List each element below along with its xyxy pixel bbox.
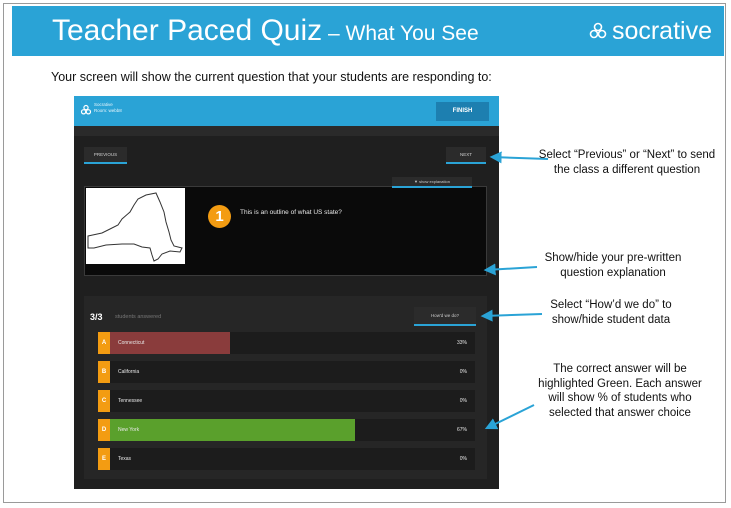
note-howd: Select “How’d we do” to show/hide studen… (550, 299, 672, 326)
app-header: Socrative Room: webb8 FINISH (74, 96, 499, 126)
answer-text: Connecticut (118, 340, 145, 346)
answer-row: B California 0% (98, 361, 475, 383)
answer-percent: 33% (456, 340, 467, 346)
answer-percent: 0% (459, 398, 467, 404)
answer-percent: 0% (459, 456, 467, 462)
socrative-mark-icon (589, 22, 607, 39)
answer-row: D New York 67% (98, 419, 475, 441)
answer-row: E Texas 0% (98, 448, 475, 470)
slide-subtitle: What You See (345, 22, 479, 45)
socrative-mark-icon (80, 104, 92, 115)
answer-row: A Connecticut 33% (98, 332, 475, 354)
note-correct: The correct answer will be highlighted G… (538, 363, 702, 419)
app-screenshot: Socrative Room: webb8 FINISH PREVIOUS NE… (74, 96, 499, 489)
socrative-wordmark: socrative (611, 17, 712, 45)
question-image (86, 188, 185, 264)
results-panel: 3/3 students answered How'd we do? A Conn… (84, 296, 487, 479)
socrative-logo: socrative (588, 16, 712, 46)
question-text: This is an outline of what US state? (240, 209, 342, 216)
header-divider (74, 126, 499, 136)
slide-title-main: Teacher Paced Quiz (52, 14, 323, 47)
slide-title-separator: – (322, 22, 346, 45)
answer-letter: D (98, 419, 110, 441)
new-york-outline-icon (87, 192, 183, 262)
answer-row: C Tennessee 0% (98, 390, 475, 412)
intro-text: Your screen will show the current questi… (51, 70, 492, 84)
finish-button[interactable]: FINISH (436, 102, 489, 121)
answer-letter: A (98, 332, 110, 354)
title-banner: Teacher Paced Quiz – What You See socrat… (12, 6, 724, 56)
answered-count: 3/3 (90, 312, 103, 322)
answer-letter: C (98, 390, 110, 412)
room-info: Socrative Room: webb8 (94, 102, 122, 114)
answer-text: Texas (118, 456, 132, 462)
question-number-badge: 1 (208, 205, 231, 228)
answer-text: California (118, 369, 140, 375)
note-prev-next: Select “Previous” or “Next” to send the … (538, 149, 716, 176)
answer-text: Tennessee (118, 398, 143, 404)
howd-we-do-button[interactable]: How'd we do? (414, 307, 476, 326)
slide-title: Teacher Paced Quiz – What You See (52, 14, 479, 51)
answered-label: students answered (115, 314, 162, 320)
answer-percent-bar (110, 419, 355, 441)
answer-percent: 67% (456, 427, 467, 433)
answer-percent: 0% (459, 369, 467, 375)
show-explanation-button[interactable]: ▼ show explanation (392, 177, 472, 188)
previous-button[interactable]: PREVIOUS (84, 147, 127, 164)
answer-text: New York (118, 427, 140, 433)
note-explanation: Show/hide your pre-written question expl… (544, 252, 682, 279)
answer-letter: E (98, 448, 110, 470)
answer-letter: B (98, 361, 110, 383)
room-line-2: Room: webb8 (94, 108, 122, 113)
question-card: 1 This is an outline of what US state? (84, 186, 487, 276)
next-button[interactable]: NEXT (446, 147, 486, 164)
